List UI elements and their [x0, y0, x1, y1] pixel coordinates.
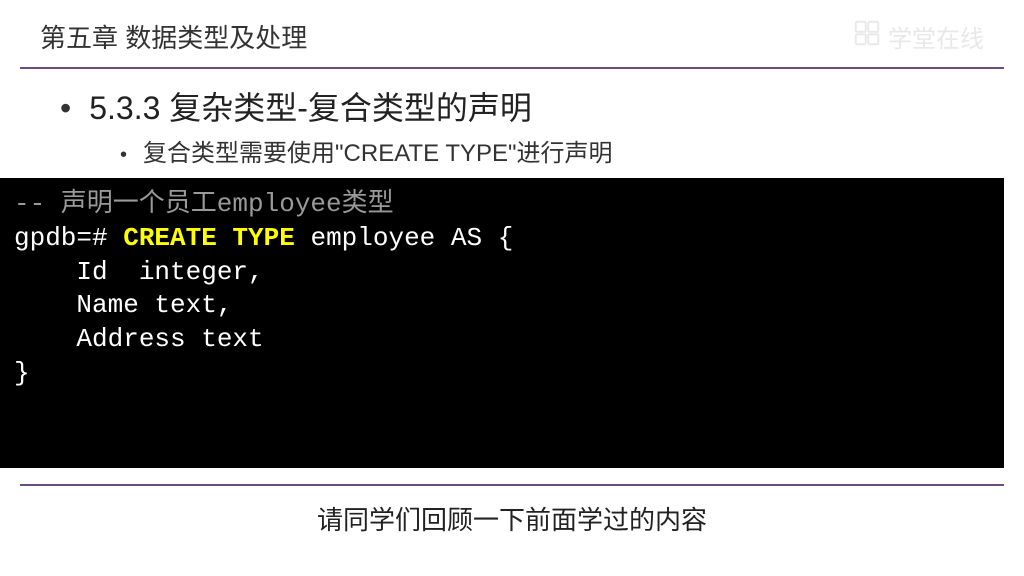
- header-divider: [20, 67, 1004, 69]
- bullet-icon: •: [60, 92, 71, 124]
- bullet-icon: •: [120, 144, 127, 167]
- code-text: Address text: [14, 324, 264, 354]
- section-heading: • 5.3.3 复杂类型-复合类型的声明: [60, 83, 984, 129]
- code-text: Name text,: [14, 290, 232, 320]
- sub-point-text: 复合类型需要使用"CREATE TYPE"进行声明: [143, 133, 613, 168]
- watermark-text: 学堂在线: [888, 19, 984, 54]
- footer-caption: 请同学们回顾一下前面学过的内容: [0, 494, 1024, 537]
- code-prompt: gpdb=#: [14, 223, 123, 253]
- slide-header: 第五章 数据类型及处理 学堂在线: [0, 0, 1024, 63]
- slide-content: • 5.3.3 复杂类型-复合类型的声明 • 复合类型需要使用"CREATE T…: [0, 83, 1024, 168]
- code-text: employee AS {: [295, 223, 513, 253]
- watermark: 学堂在线: [852, 18, 984, 55]
- chapter-title: 第五章 数据类型及处理: [40, 18, 307, 55]
- code-text: }: [14, 358, 30, 388]
- code-comment: -- 声明一个员工employee类型: [14, 189, 394, 219]
- code-text: Id integer,: [14, 257, 264, 287]
- footer-divider: [20, 484, 1004, 486]
- sub-point: • 复合类型需要使用"CREATE TYPE"进行声明: [120, 133, 984, 168]
- heading-text: 5.3.3 复杂类型-复合类型的声明: [89, 83, 532, 129]
- code-keyword: CREATE TYPE: [123, 223, 295, 253]
- book-icon: [852, 18, 882, 55]
- code-block: -- 声明一个员工employee类型 gpdb=# CREATE TYPE e…: [0, 178, 1004, 468]
